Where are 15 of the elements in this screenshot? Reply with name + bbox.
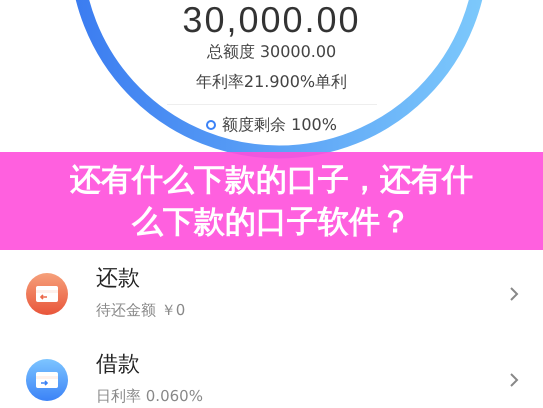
action-row[interactable]: 还款 待还金额 ￥0 [0,250,543,338]
action-subtitle: 待还金额 ￥0 [96,300,186,322]
card-arrow-right-icon [25,358,69,402]
chevron-right-icon [509,372,519,388]
action-row[interactable]: 借款 日利率 0.060% [0,336,543,408]
annual-rate: 年利率21.900%单利 [196,71,348,93]
action-title: 还款 [96,265,141,294]
chevron-right-icon [509,286,519,302]
available-amount: 30,000.00 [182,1,361,39]
title-banner: 还有什么下款的口子，还有什么下款的口子软件？ [0,152,543,250]
total-limit: 总额度 30000.00 [206,41,336,63]
action-subtitle: 日利率 0.060% [96,386,204,408]
remaining-limit: 额度剩余 100% [222,114,337,136]
card-arrow-left-icon [25,272,69,316]
action-title: 借款 [96,351,141,380]
